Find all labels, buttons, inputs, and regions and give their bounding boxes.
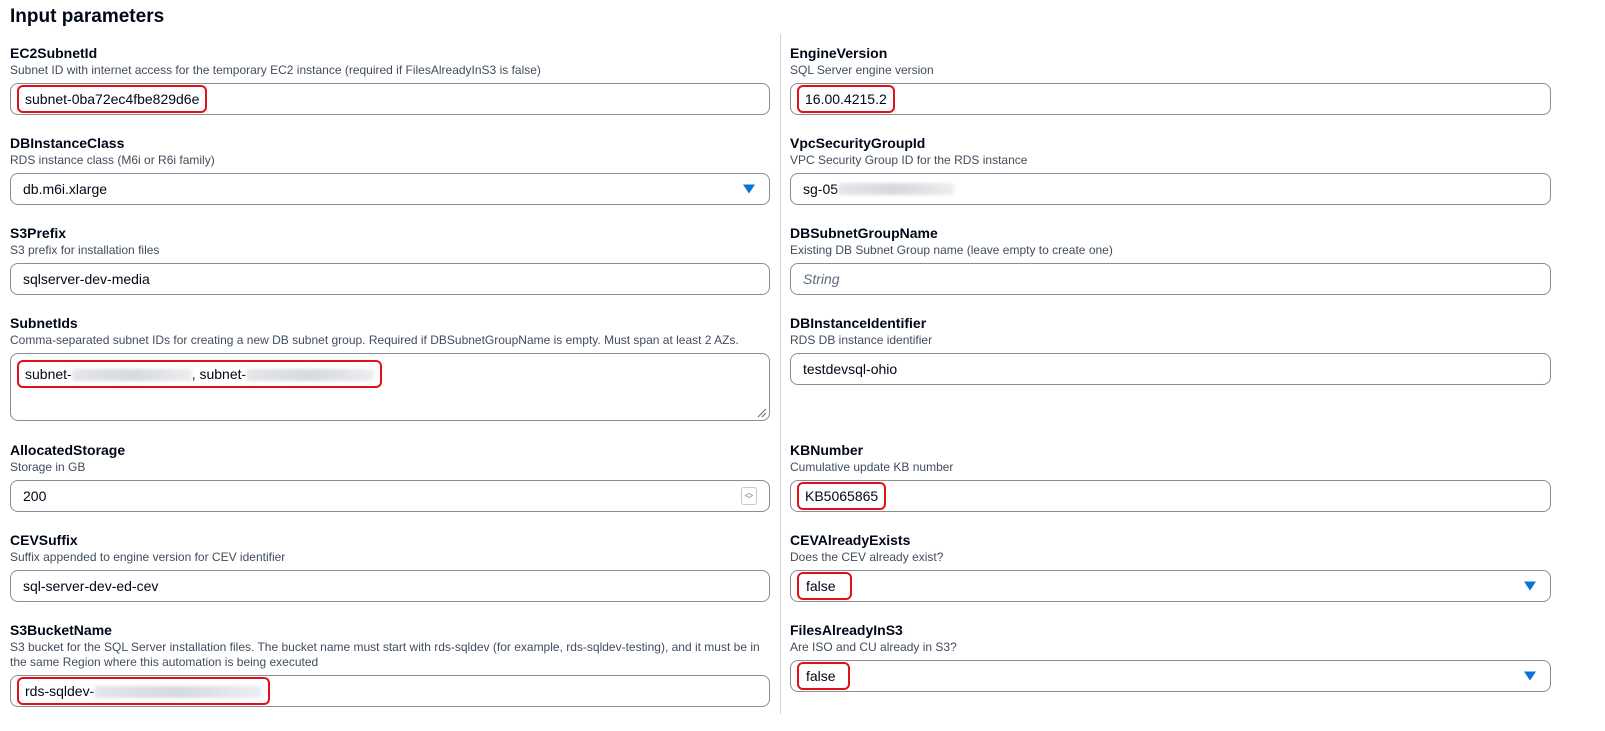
highlight-box: false bbox=[797, 662, 850, 690]
select-value: db.m6i.xlarge bbox=[23, 181, 108, 197]
field-label: CEVSuffix bbox=[10, 532, 78, 548]
field-label: VpcSecurityGroupId bbox=[790, 135, 926, 151]
highlight-box: 16.00.4215.2 bbox=[797, 85, 895, 113]
field-ec2subnetid: EC2SubnetId Subnet ID with internet acce… bbox=[10, 44, 770, 115]
field-description: Are ISO and CU already in S3? bbox=[790, 640, 957, 654]
field-label: AllocatedStorage bbox=[10, 442, 126, 458]
select-value: false bbox=[806, 668, 836, 684]
resize-handle-icon[interactable] bbox=[755, 406, 767, 418]
field-description: S3 bucket for the SQL Server installatio… bbox=[10, 640, 760, 669]
dbinstanceclass-select[interactable]: db.m6i.xlarge bbox=[10, 173, 770, 205]
field-allocatedstorage: AllocatedStorage Storage in GB 200 ︿ ﹀ bbox=[10, 441, 770, 512]
redacted-text bbox=[94, 686, 263, 699]
select-value: false bbox=[806, 578, 836, 594]
field-description: RDS instance class (M6i or R6i family) bbox=[10, 153, 215, 167]
input-value: 16.00.4215.2 bbox=[805, 91, 887, 107]
field-cevsuffix: CEVSuffix Suffix appended to engine vers… bbox=[10, 531, 770, 602]
field-label: SubnetIds bbox=[10, 315, 78, 331]
field-description: RDS DB instance identifier bbox=[790, 333, 933, 347]
cevsuffix-input[interactable]: sql-server-dev-ed-cev bbox=[10, 570, 770, 602]
s3prefix-input[interactable]: sqlserver-dev-media bbox=[10, 263, 770, 295]
input-value: sg-05 bbox=[803, 181, 839, 197]
field-description: Comma-separated subnet IDs for creating … bbox=[10, 333, 739, 347]
field-s3prefix: S3Prefix S3 prefix for installation file… bbox=[10, 224, 770, 295]
field-label: S3Prefix bbox=[10, 225, 67, 241]
caret-down-icon[interactable] bbox=[1524, 671, 1536, 681]
field-dbinstanceidentifier: DBInstanceIdentifier RDS DB instance ide… bbox=[790, 314, 1551, 385]
field-engineversion: EngineVersion SQL Server engine version … bbox=[790, 44, 1551, 115]
highlight-box: false bbox=[797, 572, 852, 600]
redacted-text bbox=[838, 183, 955, 195]
kbnumber-input[interactable]: KB5065865 bbox=[790, 480, 1551, 512]
vpcsecuritygroupid-input[interactable]: sg-05 bbox=[790, 173, 1551, 205]
input-parameters-page: Input parameters EC2SubnetId Subnet ID w… bbox=[0, 0, 1605, 731]
field-description: Subnet ID with internet access for the t… bbox=[10, 63, 541, 77]
field-label: S3BucketName bbox=[10, 622, 112, 638]
field-cevalreadyexists: CEVAlreadyExists Does the CEV already ex… bbox=[790, 531, 1551, 602]
input-value: 200 bbox=[23, 488, 47, 504]
field-dbsubnetgroupname: DBSubnetGroupName Existing DB Subnet Gro… bbox=[790, 224, 1551, 295]
filesalreadyins3-select[interactable]: false bbox=[790, 660, 1551, 692]
redacted-text bbox=[246, 369, 375, 382]
highlight-box: rds-sqldev- bbox=[17, 677, 271, 705]
field-description: Does the CEV already exist? bbox=[790, 550, 944, 564]
number-stepper-icon[interactable]: ︿ ﹀ bbox=[741, 487, 757, 505]
input-value: testdevsql-ohio bbox=[803, 361, 898, 377]
field-label: CEVAlreadyExists bbox=[790, 532, 911, 548]
field-label: EngineVersion bbox=[790, 45, 888, 61]
input-value: rds-sqldev- bbox=[25, 683, 95, 699]
section-title: Input parameters bbox=[10, 6, 165, 27]
caret-down-icon[interactable] bbox=[743, 184, 755, 194]
subnetids-textarea[interactable]: subnet- , subnet- bbox=[10, 353, 770, 421]
highlight-box: KB5065865 bbox=[797, 482, 887, 510]
field-subnetids: SubnetIds Comma-separated subnet IDs for… bbox=[10, 314, 770, 421]
field-s3bucketname: S3BucketName S3 bucket for the SQL Serve… bbox=[10, 621, 770, 707]
field-description: VPC Security Group ID for the RDS instan… bbox=[790, 153, 1028, 167]
cevalreadyexists-select[interactable]: false bbox=[790, 570, 1551, 602]
field-vpcsecuritygroupid: VpcSecurityGroupId VPC Security Group ID… bbox=[790, 134, 1551, 205]
input-value: subnet-0ba72ec4fbe829d6e bbox=[25, 91, 200, 107]
field-description: Existing DB Subnet Group name (leave emp… bbox=[790, 243, 1113, 257]
input-value-part1: subnet- bbox=[25, 366, 72, 382]
input-value: sqlserver-dev-media bbox=[23, 271, 150, 287]
engineversion-input[interactable]: 16.00.4215.2 bbox=[790, 83, 1551, 115]
field-description: S3 prefix for installation files bbox=[10, 243, 160, 257]
field-filesalreadyins3: FilesAlreadyInS3 Are ISO and CU already … bbox=[790, 621, 1551, 692]
redacted-text bbox=[71, 369, 192, 382]
chevron-down-icon[interactable]: ﹀ bbox=[745, 496, 753, 504]
input-value-part2: , subnet- bbox=[191, 366, 247, 382]
input-placeholder: String bbox=[803, 271, 840, 287]
field-description: Suffix appended to engine version for CE… bbox=[10, 550, 286, 564]
field-label: EC2SubnetId bbox=[10, 45, 98, 61]
field-description: SQL Server engine version bbox=[790, 63, 934, 77]
field-label: FilesAlreadyInS3 bbox=[790, 622, 903, 638]
highlight-box: subnet- , subnet- bbox=[17, 360, 383, 388]
s3bucketname-input[interactable]: rds-sqldev- bbox=[10, 675, 770, 707]
dbsubnetgroupname-input[interactable]: String bbox=[790, 263, 1551, 295]
allocatedstorage-input[interactable]: 200 ︿ ﹀ bbox=[10, 480, 770, 512]
input-value: KB5065865 bbox=[805, 488, 879, 504]
ec2subnetid-input[interactable]: subnet-0ba72ec4fbe829d6e bbox=[10, 83, 770, 115]
caret-down-icon[interactable] bbox=[1524, 581, 1536, 591]
field-description: Storage in GB bbox=[10, 460, 86, 474]
field-label: DBInstanceIdentifier bbox=[790, 315, 927, 331]
input-value: sql-server-dev-ed-cev bbox=[23, 578, 159, 594]
field-label: KBNumber bbox=[790, 442, 864, 458]
field-label: DBInstanceClass bbox=[10, 135, 125, 151]
column-divider bbox=[780, 34, 781, 714]
field-kbnumber: KBNumber Cumulative update KB number KB5… bbox=[790, 441, 1551, 512]
field-label: DBSubnetGroupName bbox=[790, 225, 938, 241]
highlight-box: subnet-0ba72ec4fbe829d6e bbox=[17, 85, 208, 113]
field-dbinstanceclass: DBInstanceClass RDS instance class (M6i … bbox=[10, 134, 770, 205]
field-description: Cumulative update KB number bbox=[790, 460, 954, 474]
dbinstanceidentifier-input[interactable]: testdevsql-ohio bbox=[790, 353, 1551, 385]
